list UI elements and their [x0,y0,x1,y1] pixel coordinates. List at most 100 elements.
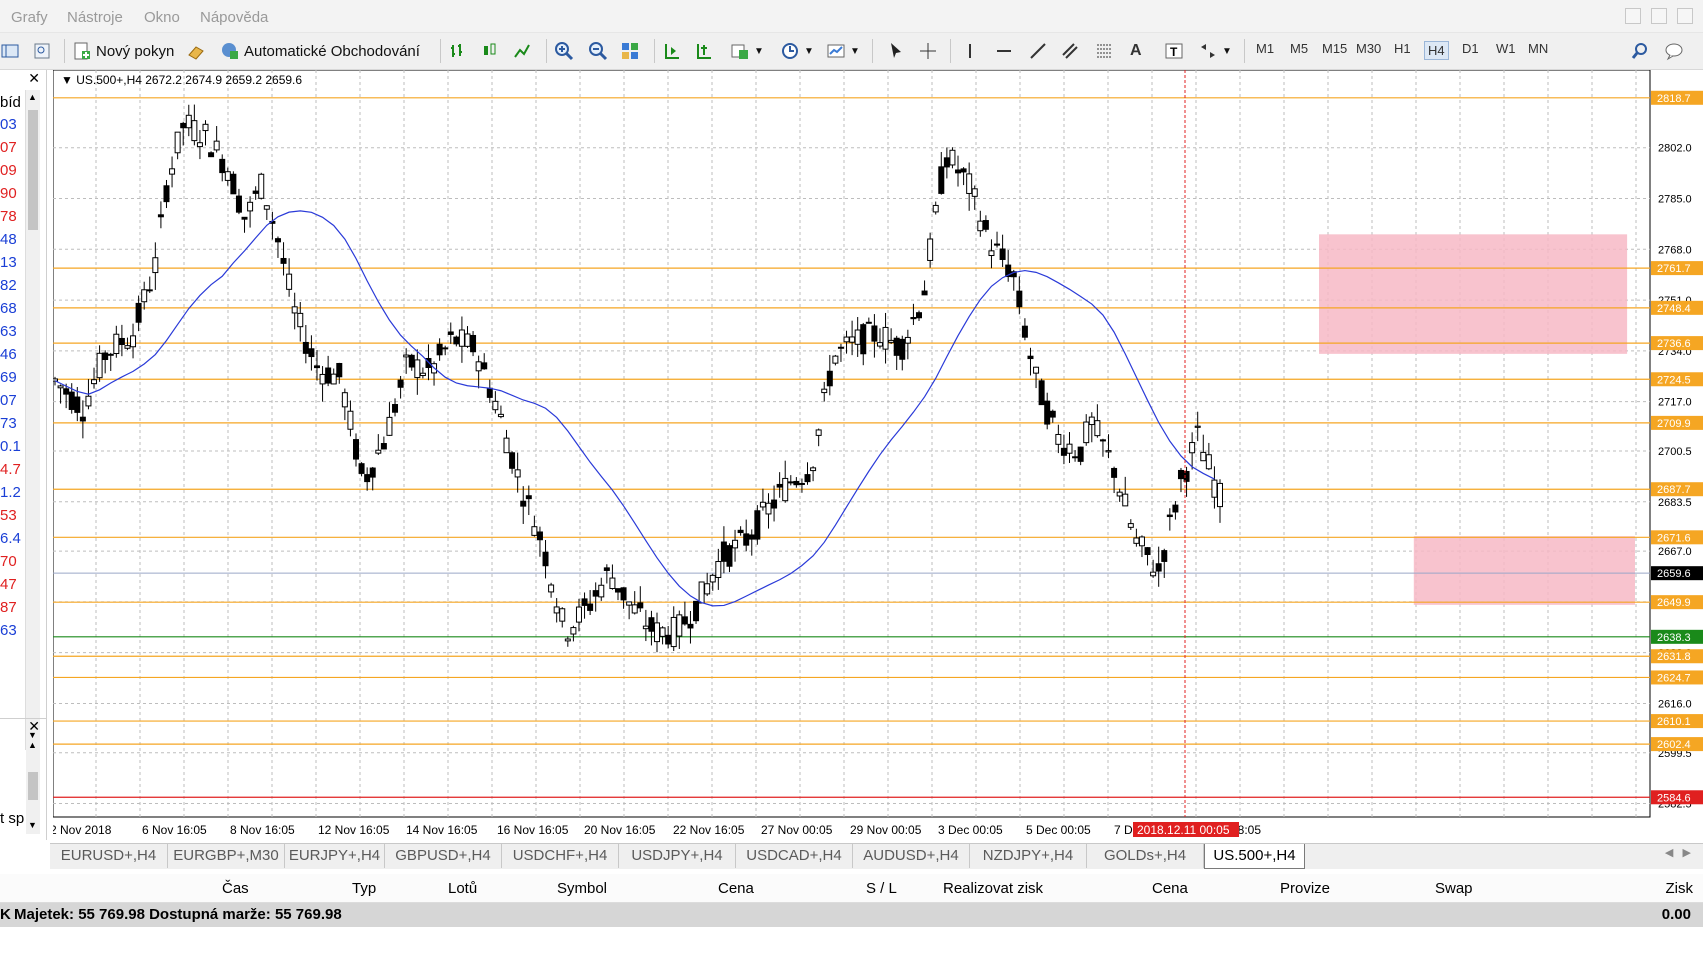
close-navigator-icon[interactable]: ✕ [28,718,40,735]
horizontal-line-icon[interactable] [994,39,1018,63]
orders-col[interactable]: S / L [866,880,897,897]
orders-col[interactable]: Swap [1435,880,1473,897]
indicators-icon[interactable]: ▼ [730,39,764,63]
chart-shift-icon[interactable] [662,39,686,63]
candle-body [520,500,527,507]
navigator-scrollbar[interactable]: ▲ ▼ [26,738,40,834]
candle-body [1094,420,1101,437]
orders-col[interactable]: Typ [352,880,376,897]
tab-eurgbp-m30[interactable]: EURGBP+,M30 [168,844,285,868]
zoom-out-icon[interactable] [588,39,612,63]
tf-w1[interactable]: W1 [1496,41,1516,56]
price-chart[interactable]: 2802.02785.02768.02751.02734.02717.02700… [50,69,1703,840]
tab-gbpusd-h4[interactable]: GBPUSD+,H4 [385,844,502,868]
candle-body [325,367,332,384]
orders-col[interactable]: Zisk [1666,880,1694,897]
line-chart-icon[interactable] [512,39,536,63]
tab-eurjpy-h4[interactable]: EURJPY+,H4 [285,844,385,868]
tab-scroll-icons[interactable]: ◀ ▶ [1665,846,1691,859]
tile-windows-icon[interactable] [620,39,644,63]
orders-col[interactable]: Čas [222,880,249,897]
tab-golds-h4[interactable]: GOLDs+,H4 [1087,844,1204,868]
market-watch-icon[interactable] [186,39,210,63]
autoscroll-icon[interactable] [694,39,718,63]
restore-icon[interactable] [1651,8,1667,24]
candle-body [91,379,98,385]
trendline-icon[interactable] [1028,39,1052,63]
channel-icon[interactable] [1060,39,1084,63]
close-panel-icon[interactable]: ✕ [28,70,40,87]
time-axis-label: 12 Nov 16:05 [318,823,390,837]
candle-body [564,638,571,642]
candle-body [832,355,839,364]
orders-col[interactable]: Realizovat zisk [943,880,1043,897]
candle-body [1044,400,1051,425]
tab-usdcad-h4[interactable]: USDCAD+,H4 [736,844,853,868]
orders-col[interactable]: Provize [1280,880,1330,897]
search-icon[interactable] [1630,39,1654,63]
tab-eurusd-h4[interactable]: EURUSD+,H4 [50,844,168,868]
zoom-in-icon[interactable] [554,39,578,63]
orders-col[interactable]: Symbol [557,880,607,897]
chat-icon[interactable] [1664,39,1688,63]
candle-body [152,257,159,274]
tf-mn[interactable]: MN [1528,41,1548,56]
candle-body [1055,433,1062,445]
balance-bar: K Majetek: 55 769.98 Dostupná marže: 55 … [0,903,1703,927]
price-axis-label: 2785.0 [1658,193,1692,205]
candle-body [1083,421,1090,444]
tf-d1[interactable]: D1 [1462,41,1479,56]
candle-body [927,238,934,261]
chart-window[interactable]: 2802.02785.02768.02751.02734.02717.02700… [50,69,1703,840]
cursor-icon[interactable] [886,39,910,63]
tab-nzdjpy-h4[interactable]: NZDJPY+,H4 [970,844,1087,868]
tf-m30[interactable]: M30 [1356,41,1381,56]
menu-grafy[interactable]: Grafy [11,9,48,26]
candle-body [676,614,683,637]
candle-body [720,541,727,562]
fibonacci-icon[interactable] [1094,39,1118,63]
tf-m15[interactable]: M15 [1322,41,1347,56]
menu-okno[interactable]: Okno [144,9,180,26]
arrows-icon[interactable]: ▼ [1198,39,1232,63]
periods-icon[interactable]: ▼ [780,39,814,63]
orders-col[interactable]: Cena [1152,880,1188,897]
templates-icon[interactable]: ▼ [826,39,860,63]
orders-col[interactable]: Lotů [448,880,477,897]
tab-audusd-h4[interactable]: AUDUSD+,H4 [853,844,970,868]
tf-m1[interactable]: M1 [1256,41,1274,56]
minimize-icon[interactable] [1625,8,1641,24]
profiles-icon[interactable] [0,39,24,63]
menu-nastroje[interactable]: Nástroje [67,9,123,26]
bar-chart-icon[interactable] [448,39,472,63]
candle-body [1217,482,1223,508]
level-tag-text: 2624.7 [1657,672,1691,684]
candle-body [1127,523,1134,528]
crosshair-icon[interactable] [918,39,942,63]
tf-m5[interactable]: M5 [1290,41,1308,56]
tf-h1[interactable]: H1 [1394,41,1411,56]
tab-us-500-h4[interactable]: US.500+,H4 [1204,844,1305,869]
candle-body [68,391,75,410]
panel-value: 6.4 [0,530,21,547]
text-label-icon[interactable]: T [1164,39,1188,63]
vertical-line-icon[interactable] [960,39,984,63]
menu-napoveda[interactable]: Nápověda [200,9,268,26]
text-icon[interactable]: A [1130,39,1142,63]
auto-trading-button[interactable]: Automatické Obchodování [220,39,420,63]
panel-value: 4.7 [0,461,21,478]
candle-body [146,289,153,292]
zoom-chart-icon[interactable] [32,39,56,63]
close-window-icon[interactable] [1677,8,1693,24]
panel-value: 82 [0,277,17,294]
panel-scrollbar[interactable]: ▲ ▼ [25,90,40,750]
candlestick-icon[interactable] [480,39,504,63]
scroll-thumb[interactable] [28,110,38,230]
new-order-button[interactable]: Nový pokyn [72,39,174,63]
tab-usdchf-h4[interactable]: USDCHF+,H4 [502,844,619,868]
tab-usdjpy-h4[interactable]: USDJPY+,H4 [619,844,736,868]
candle-body [1038,380,1045,406]
orders-col[interactable]: Cena [718,880,754,897]
tf-h4[interactable]: H4 [1424,41,1449,60]
candle-body [709,574,716,583]
